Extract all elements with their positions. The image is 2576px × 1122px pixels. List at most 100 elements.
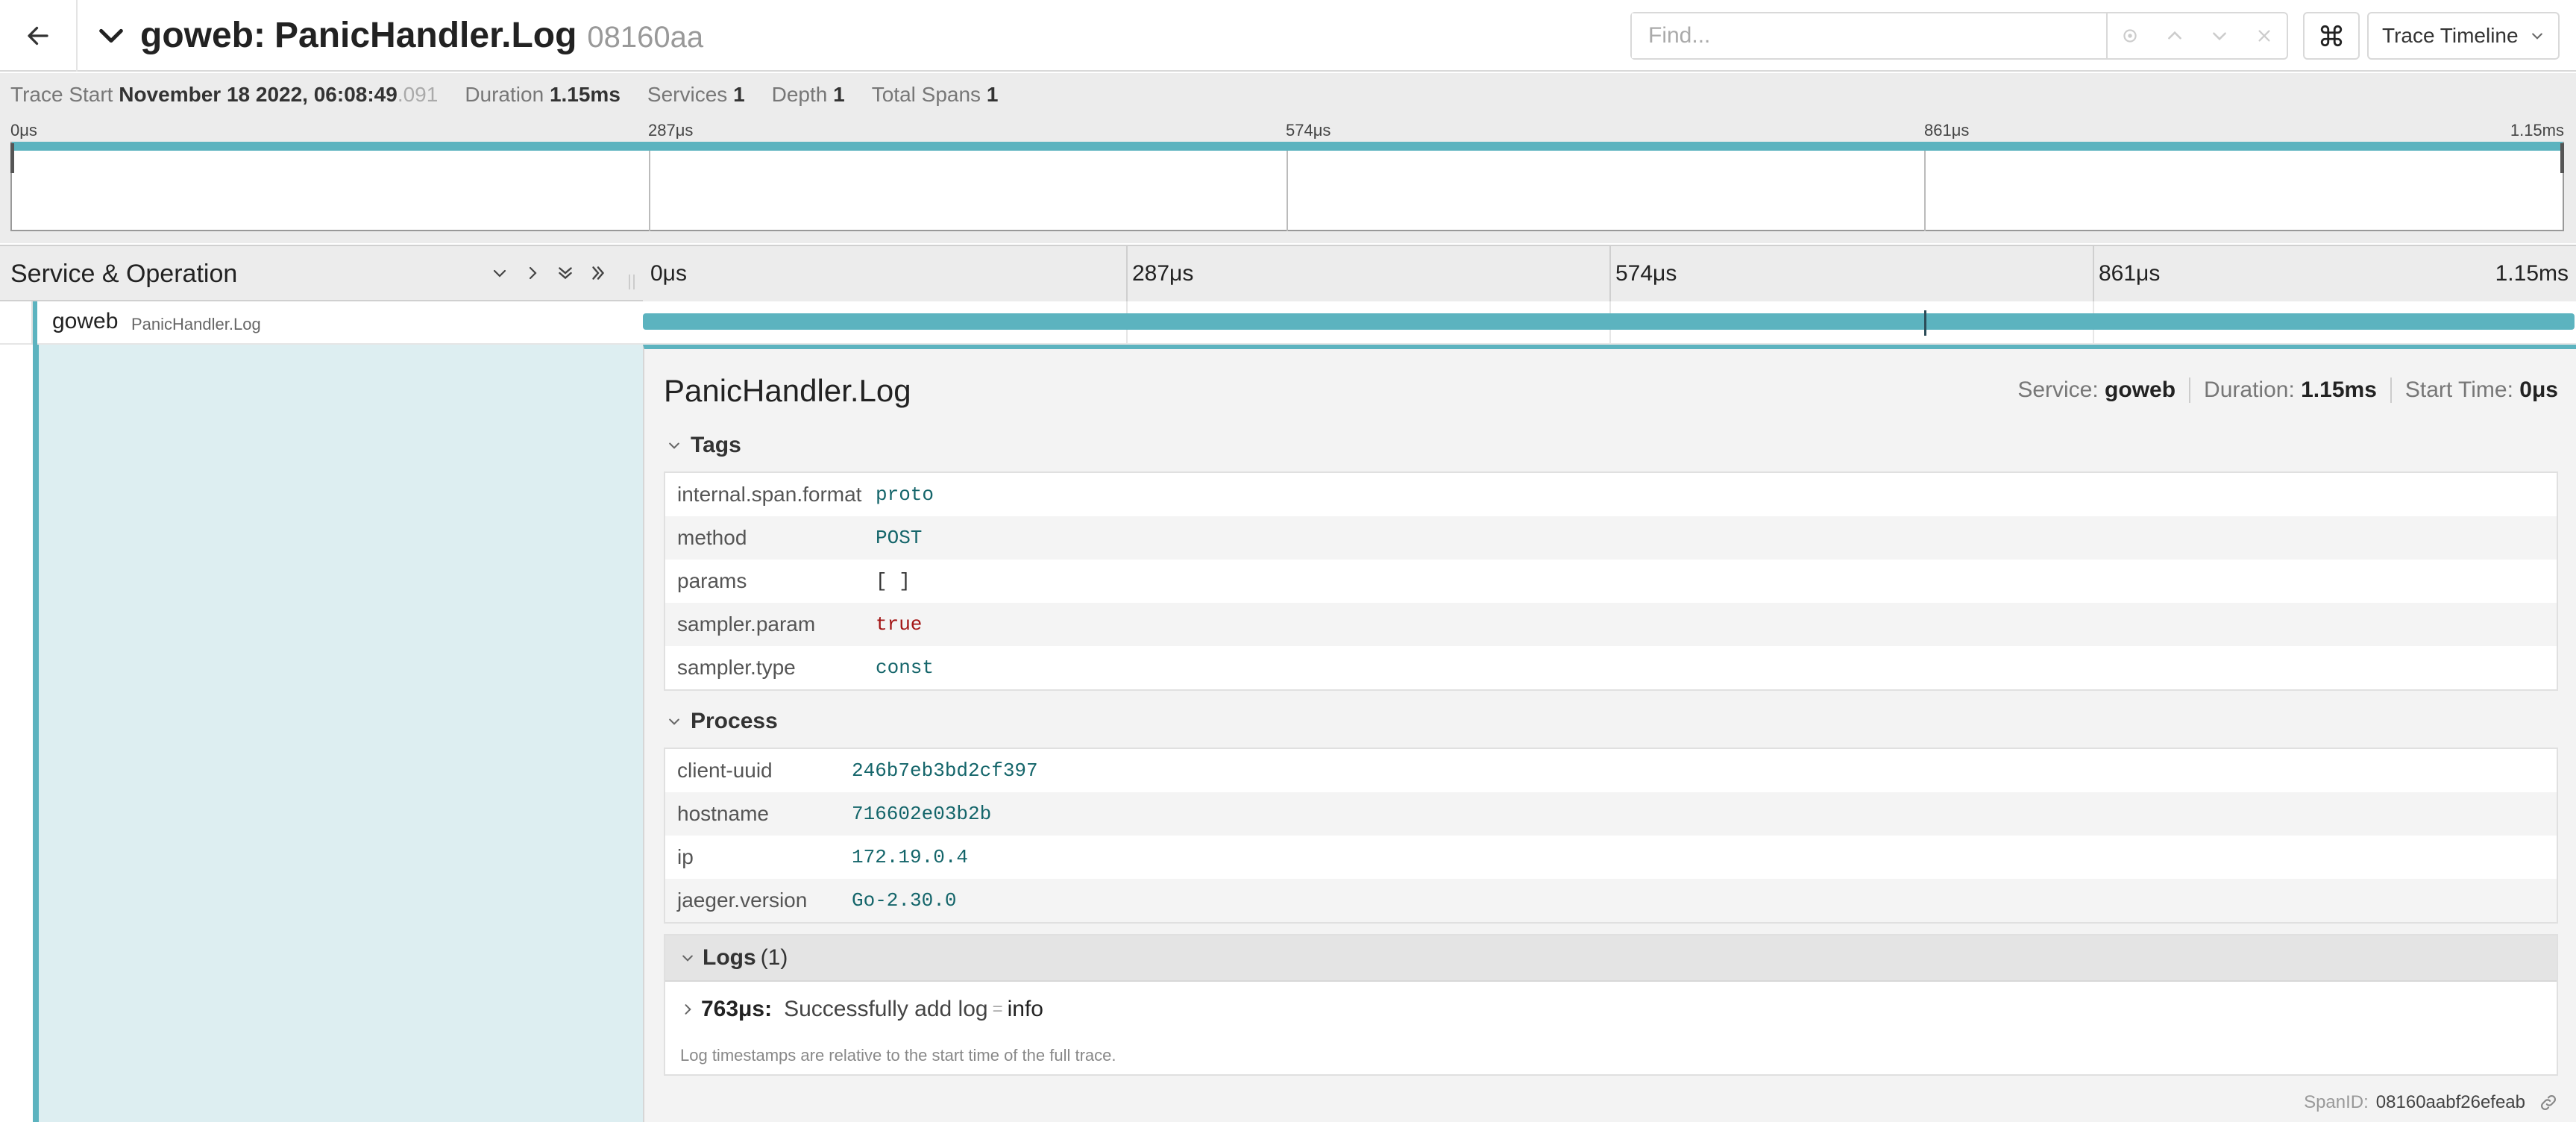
locate-match-button[interactable] (2108, 13, 2152, 58)
tag-key: params (677, 569, 747, 592)
copy-span-link-button[interactable] (2539, 1093, 2558, 1112)
trace-summary: Trace Start November 18 2022, 06:08:49.0… (0, 73, 2576, 116)
process-value: 246b7eb3bd2cf397 (852, 759, 1038, 782)
minimap-tick: 0μs (10, 121, 37, 140)
back-button[interactable] (0, 0, 78, 72)
span-detail-gutter-fill (33, 345, 643, 1122)
trace-start: Trace Start November 18 2022, 06:08:49.0… (10, 83, 439, 106)
span-operation-name: PanicHandler.Log (131, 315, 261, 333)
detail-start-label: Start Time: (2404, 377, 2513, 402)
view-selector-label: Trace Timeline (2382, 24, 2519, 47)
detail-service-label: Service: (2017, 377, 2099, 402)
next-match-button[interactable] (2197, 13, 2242, 58)
tags-section-toggle[interactable]: Tags (667, 433, 741, 458)
collapse-all-button[interactable] (550, 257, 580, 289)
timeline-gridline (1126, 246, 1128, 301)
process-section-title: Process (691, 709, 778, 733)
timeline-tick: 861μs (2099, 261, 2161, 286)
timeline-tick: 287μs (1132, 261, 1194, 286)
span-bar[interactable] (643, 313, 2575, 330)
minimap-gridline (1924, 149, 1926, 231)
tag-key: internal.span.format (677, 483, 862, 506)
span-service-name: goweb (52, 309, 119, 333)
process-row: ip 172.19.0.4 (665, 836, 2557, 879)
process-value: Go-2.30.0 (852, 889, 957, 912)
timeline-tick: 0μs (650, 261, 687, 286)
timeline-header: Service & Operation 0μs 287μs 574μs 861μ… (0, 245, 2576, 301)
logs-section-toggle[interactable]: Logs (1) (665, 935, 2557, 982)
span-log-marker[interactable] (1924, 310, 1926, 336)
span-detail-gutter (0, 345, 643, 1122)
chevron-down-icon (682, 955, 693, 962)
log-entry-time: 763μs: (701, 997, 773, 1021)
minimap-tick: 1.15ms (2510, 121, 2564, 140)
span-bar-track[interactable] (643, 301, 2576, 345)
timeline-tick: 574μs (1615, 261, 1677, 286)
span-id-label: SpanID: (2304, 1092, 2369, 1112)
trace-duration: Duration 1.15ms (465, 83, 621, 106)
trace-title: goweb: PanicHandler.Log 08160aa (140, 12, 703, 60)
link-icon (2541, 1095, 2556, 1110)
span-detail-meta: Service: goweb Duration: 1.15ms Start Ti… (2017, 377, 2558, 403)
logs-section-title: Logs (703, 945, 756, 970)
tag-row: sampler.param true (665, 603, 2557, 646)
log-entry-level: info (1007, 997, 1043, 1021)
meta-divider (2189, 377, 2191, 403)
minimap-tick: 287μs (648, 121, 694, 140)
tag-value: [ ] (876, 570, 911, 592)
logs-section: Logs (1) 763μs: Successfully add log = i… (664, 934, 2558, 1076)
chevron-right-icon (529, 266, 537, 280)
chevron-down-icon (669, 718, 679, 725)
process-key: client-uuid (677, 759, 773, 782)
logs-timestamp-note: Log timestamps are relative to the start… (680, 1046, 1116, 1065)
view-selector[interactable]: Trace Timeline (2367, 12, 2560, 60)
chevron-down-icon (2213, 32, 2226, 41)
span-name-cell[interactable]: goweb PanicHandler.Log (0, 301, 643, 345)
span-id-value: 08160aabf26efeab (2375, 1092, 2525, 1112)
clear-search-button[interactable] (2242, 13, 2287, 58)
find-input[interactable] (1632, 13, 2108, 58)
tag-value: proto (876, 483, 934, 506)
tag-row: internal.span.format proto (665, 473, 2557, 516)
timeline-gridline (1609, 246, 1611, 301)
command-key-icon (2320, 25, 2343, 47)
span-service-color (33, 301, 37, 345)
process-key: hostname (677, 802, 769, 825)
tag-key: sampler.param (677, 612, 816, 636)
process-row: jaeger.version Go-2.30.0 (665, 879, 2557, 922)
timeline-gridline (2093, 246, 2094, 301)
trace-title-operation: PanicHandler.Log (274, 16, 577, 55)
column-resize-handle[interactable] (626, 273, 637, 291)
chevron-down-icon (669, 442, 679, 449)
meta-divider (2390, 377, 2392, 403)
trace-services: Services 1 (647, 83, 745, 106)
detail-duration-label: Duration: (2204, 377, 2295, 402)
log-entry-toggle[interactable]: 763μs: Successfully add log = info (680, 997, 1043, 1022)
keyboard-shortcuts-button[interactable] (2303, 12, 2360, 60)
chevron-up-icon (2168, 31, 2181, 40)
previous-match-button[interactable] (2152, 13, 2197, 58)
service-operation-heading: Service & Operation (10, 260, 238, 288)
trace-title-service: goweb: (140, 16, 266, 55)
collapse-header-button[interactable] (91, 18, 131, 54)
expand-one-button[interactable] (518, 257, 547, 289)
minimap-left-handle[interactable] (10, 143, 14, 173)
tag-key: sampler.type (677, 656, 796, 679)
process-section-toggle[interactable]: Process (667, 709, 778, 734)
expand-all-button[interactable] (583, 257, 613, 289)
trace-id: 08160aa (587, 21, 704, 54)
tag-value: const (876, 656, 934, 679)
collapse-one-button[interactable] (485, 257, 515, 289)
process-value: 172.19.0.4 (852, 846, 969, 868)
back-arrow-icon (28, 26, 48, 46)
target-icon (2123, 29, 2137, 43)
span-id: SpanID: 08160aabf26efeab (2304, 1092, 2558, 1113)
log-entry-message: Successfully add log (784, 997, 988, 1021)
process-key: jaeger.version (677, 888, 808, 912)
minimap-right-handle[interactable] (2560, 143, 2564, 173)
find-box (1630, 12, 2288, 60)
span-detail-panel: PanicHandler.Log Service: goweb Duration… (643, 345, 2576, 1122)
detail-start-value: 0μs (2519, 377, 2558, 402)
tag-key: method (677, 526, 747, 549)
detail-service-value: goweb (2105, 377, 2176, 402)
